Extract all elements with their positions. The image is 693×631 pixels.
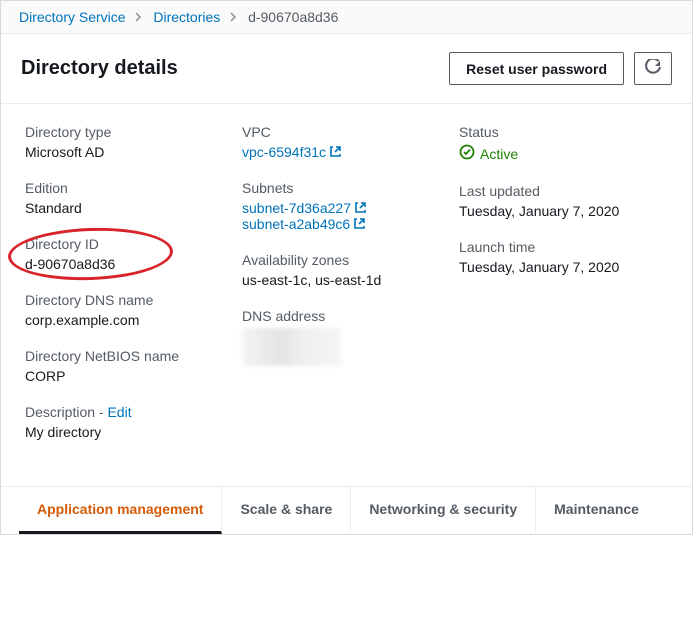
- subnets-label: Subnets: [242, 180, 451, 196]
- page-title: Directory details: [21, 57, 178, 80]
- breadcrumb-root[interactable]: Directory Service: [19, 9, 126, 25]
- directory-id-value: d-90670a8d36: [25, 256, 234, 272]
- subnet-link-2[interactable]: subnet-a2ab49c6: [242, 216, 366, 232]
- external-link-icon: [353, 217, 366, 233]
- breadcrumb-directories[interactable]: Directories: [153, 9, 220, 25]
- vpc-link[interactable]: vpc-6594f31c: [242, 144, 342, 160]
- vpc-label: VPC: [242, 124, 451, 140]
- external-link-icon: [354, 201, 367, 217]
- netbios-label: Directory NetBIOS name: [25, 348, 234, 364]
- description-value: My directory: [25, 424, 234, 440]
- refresh-icon: [645, 59, 661, 78]
- status-value: Active: [459, 144, 518, 163]
- tab-scale-share[interactable]: Scale & share: [222, 487, 351, 534]
- edition-label: Edition: [25, 180, 234, 196]
- dns-name-label: Directory DNS name: [25, 292, 234, 308]
- directory-id-label: Directory ID: [25, 236, 234, 252]
- description-label: Description - Edit: [25, 404, 234, 420]
- az-label: Availability zones: [242, 252, 451, 268]
- dns-address-redacted: [242, 328, 342, 366]
- launch-time-label: Launch time: [459, 239, 668, 255]
- last-updated-label: Last updated: [459, 183, 668, 199]
- edit-description-link[interactable]: Edit: [107, 404, 131, 420]
- check-circle-icon: [459, 144, 475, 163]
- tab-maintenance[interactable]: Maintenance: [536, 487, 657, 534]
- breadcrumb: Directory Service Directories d-90670a8d…: [1, 1, 692, 34]
- refresh-button[interactable]: [634, 52, 672, 85]
- reset-password-button[interactable]: Reset user password: [449, 52, 624, 85]
- netbios-value: CORP: [25, 368, 234, 384]
- tabs: Application management Scale & share Net…: [1, 486, 692, 534]
- tab-application-management[interactable]: Application management: [19, 487, 222, 534]
- subnet-link-1[interactable]: subnet-7d36a227: [242, 200, 367, 216]
- dns-address-label: DNS address: [242, 308, 451, 324]
- chevron-right-icon: [135, 9, 147, 25]
- chevron-right-icon: [230, 9, 242, 25]
- tab-networking-security[interactable]: Networking & security: [351, 487, 536, 534]
- edition-value: Standard: [25, 200, 234, 216]
- breadcrumb-current: d-90670a8d36: [248, 9, 338, 25]
- highlight-annotation: [7, 225, 174, 283]
- external-link-icon: [329, 145, 342, 161]
- status-label: Status: [459, 124, 668, 140]
- az-value: us-east-1c, us-east-1d: [242, 272, 451, 288]
- dns-name-value: corp.example.com: [25, 312, 234, 328]
- launch-time-value: Tuesday, January 7, 2020: [459, 259, 668, 275]
- directory-type-value: Microsoft AD: [25, 144, 234, 160]
- directory-type-label: Directory type: [25, 124, 234, 140]
- last-updated-value: Tuesday, January 7, 2020: [459, 203, 668, 219]
